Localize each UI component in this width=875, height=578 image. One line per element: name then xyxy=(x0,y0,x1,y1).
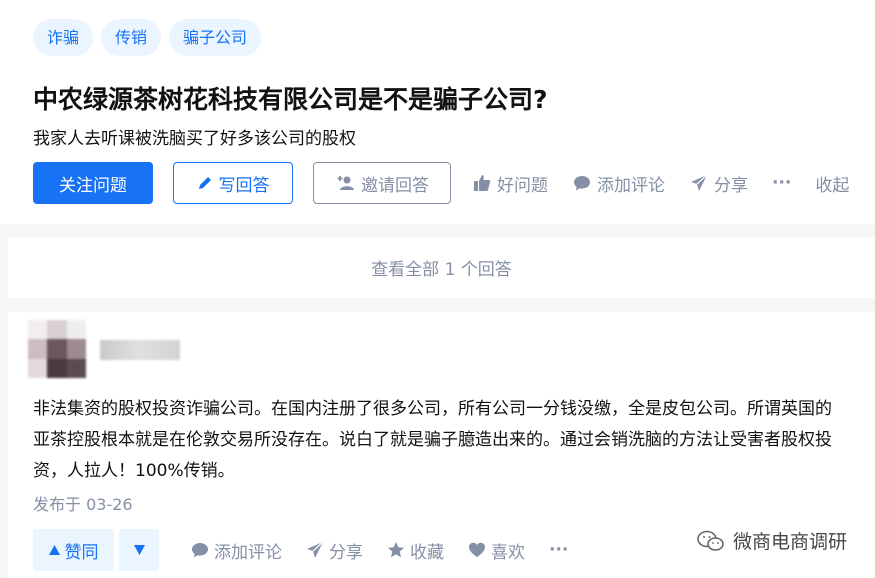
write-answer-button[interactable]: 写回答 xyxy=(173,162,293,204)
paper-plane-icon xyxy=(690,174,708,192)
add-user-icon xyxy=(335,175,355,191)
triangle-up-icon xyxy=(48,545,60,555)
upvote-label: 赞同 xyxy=(64,542,99,563)
write-answer-label: 写回答 xyxy=(218,175,270,196)
thumbs-up-icon xyxy=(473,174,491,192)
share-label: 分享 xyxy=(714,175,748,196)
paper-plane-icon xyxy=(306,541,324,559)
good-question-button[interactable]: 好问题 xyxy=(473,171,548,196)
share-button[interactable]: 分享 xyxy=(690,171,748,196)
invite-answer-button[interactable]: 邀请回答 xyxy=(313,162,451,204)
pencil-icon xyxy=(197,175,213,191)
topic-tag[interactable]: 骗子公司 xyxy=(169,19,262,56)
question-title[interactable]: 中农绿源茶树花科技有限公司是不是骗子公司? xyxy=(33,80,548,116)
upvote-button[interactable]: 赞同 xyxy=(33,529,114,571)
add-comment-label: 添加评论 xyxy=(597,175,665,196)
downvote-button[interactable] xyxy=(119,529,159,571)
view-all-answers-link[interactable]: 查看全部 1 个回答 xyxy=(8,237,875,298)
question-actions: 关注问题 写回答 邀请回答 好问题 添加评论 分享 ··· 收起 xyxy=(33,162,849,204)
invite-answer-label: 邀请回答 xyxy=(361,175,429,196)
more-options-button[interactable]: ··· xyxy=(772,173,791,193)
like-button[interactable]: 喜欢 xyxy=(468,538,525,563)
collapse-button[interactable]: 收起 xyxy=(815,171,849,196)
wechat-logo-icon xyxy=(697,530,725,552)
topic-tag[interactable]: 诈骗 xyxy=(33,19,94,56)
topic-list: 诈骗 传销 骗子公司 xyxy=(33,19,262,56)
collect-label: 收藏 xyxy=(410,542,444,563)
like-label: 喜欢 xyxy=(491,542,525,563)
watermark: 微商电商调研 xyxy=(697,527,847,554)
question-header: 诈骗 传销 骗子公司 中农绿源茶树花科技有限公司是不是骗子公司? 我家人去听课被… xyxy=(0,0,875,224)
topic-tag[interactable]: 传销 xyxy=(101,19,162,56)
publish-time[interactable]: 发布于 03-26 xyxy=(33,491,133,515)
star-icon xyxy=(387,541,405,559)
answer-comment-button[interactable]: 添加评论 xyxy=(191,538,282,563)
answer-more-button[interactable]: ··· xyxy=(549,540,568,560)
triangle-down-icon xyxy=(133,545,145,555)
answer-share-button[interactable]: 分享 xyxy=(306,538,363,563)
good-question-label: 好问题 xyxy=(497,175,548,196)
heart-icon xyxy=(468,541,486,559)
answer-actions: 赞同 添加评论 分享 收藏 喜欢 ··· xyxy=(33,529,568,571)
answer-content: 非法集资的股权投资诈骗公司。在国内注册了很多公司，所有公司一分钱没缴，全是皮包公… xyxy=(33,399,832,481)
question-description: 我家人去听课被洗脑买了好多该公司的股权 xyxy=(33,129,356,149)
follow-question-button[interactable]: 关注问题 xyxy=(33,162,153,204)
comment-bubble-icon xyxy=(573,174,591,192)
collect-button[interactable]: 收藏 xyxy=(387,538,444,563)
comment-bubble-icon xyxy=(191,541,209,559)
watermark-text: 微商电商调研 xyxy=(732,531,847,553)
answer-comment-label: 添加评论 xyxy=(214,542,282,563)
collapse-label: 收起 xyxy=(815,175,850,196)
answer-share-label: 分享 xyxy=(329,542,363,563)
author-name-blurred[interactable] xyxy=(100,340,180,360)
avatar[interactable] xyxy=(28,320,86,378)
add-comment-button[interactable]: 添加评论 xyxy=(573,171,665,196)
